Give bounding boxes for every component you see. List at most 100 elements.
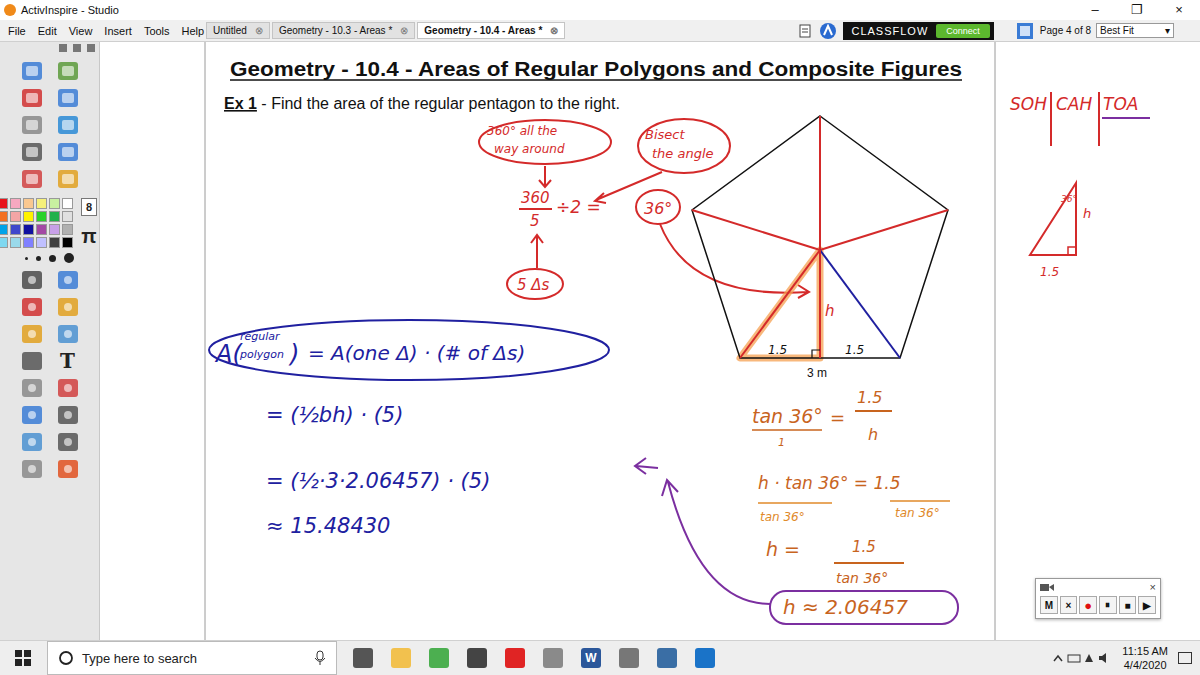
tab-close-button[interactable]: ⊗ [550,25,558,36]
recorder-button[interactable]: ⏸ [1099,596,1117,614]
activ-icon[interactable] [819,22,837,40]
document-tab[interactable]: Geometry - 10.4 - Areas *⊗ [417,22,565,39]
document-tab[interactable]: Untitled⊗ [206,22,270,39]
color-swatch[interactable] [10,198,21,209]
color-swatch[interactable] [49,237,60,248]
tool-icon[interactable] [19,403,45,427]
tool-icon[interactable] [19,140,45,164]
color-swatch[interactable] [62,237,73,248]
tool-icon[interactable] [19,457,45,481]
color-swatch[interactable] [23,211,34,222]
color-swatch[interactable] [10,237,21,248]
flipchart-canvas[interactable]: Geometry - 10.4 - Areas of Regular Polyg… [100,42,1200,640]
menu-item[interactable]: Edit [38,25,57,37]
color-swatch[interactable] [49,224,60,235]
color-swatch[interactable] [36,224,47,235]
tool-icon[interactable] [19,322,45,346]
recorder-button[interactable]: ▶ [1138,596,1156,614]
color-swatch[interactable] [23,237,34,248]
connect-button[interactable]: Connect [936,24,990,38]
recorder-close-button[interactable]: × [1150,581,1156,593]
menu-item[interactable]: Help [182,25,205,37]
tool-icon[interactable] [55,322,81,346]
color-swatch[interactable] [62,211,73,222]
tool-icon[interactable] [55,113,81,137]
color-swatch[interactable] [10,211,21,222]
window-control[interactable]: ❐ [1116,0,1158,20]
document-tab[interactable]: Geometry - 10.3 - Areas *⊗ [272,22,415,39]
document-icon[interactable] [797,23,813,39]
tool-icon[interactable] [55,86,81,110]
annotation: tan 36° [752,405,823,427]
tool-icon[interactable] [55,430,81,454]
tab-close-button[interactable]: ⊗ [400,25,408,36]
window-control[interactable]: – [1074,0,1116,20]
tool-icon[interactable] [55,457,81,481]
tool-icon[interactable] [55,59,81,83]
notification-icon[interactable] [1178,652,1192,664]
microphone-icon[interactable] [314,650,326,666]
window-control[interactable]: × [1158,0,1200,20]
taskbar-app[interactable] [505,648,525,668]
color-swatch[interactable] [49,198,60,209]
page-icon[interactable] [1016,22,1034,40]
tool-icon[interactable] [19,268,45,292]
tool-icon[interactable] [19,349,45,373]
recorder-button[interactable]: ■ [1119,596,1137,614]
taskbar-search[interactable]: Type here to search [47,641,337,675]
tool-icon[interactable] [19,167,45,191]
system-tray-icons[interactable] [1052,651,1112,665]
color-swatch[interactable] [23,198,34,209]
math-tool[interactable]: π [76,224,102,248]
recorder-button[interactable]: × [1060,596,1078,614]
color-swatch[interactable] [10,224,21,235]
tool-icon[interactable] [55,403,81,427]
color-swatch[interactable] [0,198,8,209]
tool-icon[interactable] [55,268,81,292]
taskbar-app[interactable] [391,648,411,668]
tool-icon[interactable] [19,113,45,137]
tool-icon[interactable] [55,140,81,164]
menu-item[interactable]: File [8,25,26,37]
tool-icon[interactable] [19,430,45,454]
tool-icon[interactable] [55,167,81,191]
color-swatch[interactable] [36,237,47,248]
tool-icon[interactable] [19,59,45,83]
taskbar-app[interactable]: W [581,648,601,668]
color-swatch[interactable] [36,198,47,209]
taskbar-app[interactable] [467,648,487,668]
color-swatch[interactable] [0,224,8,235]
color-swatch[interactable] [23,224,34,235]
recorder-button[interactable]: ● [1079,596,1097,614]
flipchart-page[interactable]: Geometry - 10.4 - Areas of Regular Polyg… [100,42,1200,640]
taskbar-app[interactable] [695,648,715,668]
page-counter-tool[interactable]: 8 [81,198,97,216]
tab-close-button[interactable]: ⊗ [255,25,263,36]
tool-icon[interactable] [19,86,45,110]
color-swatch[interactable] [62,198,73,209]
classflow-label: CLASSFLOW [851,25,928,37]
windows-start-icon[interactable] [14,649,32,667]
taskbar-app[interactable] [543,648,563,668]
tool-icon[interactable] [55,376,81,400]
recorder-button[interactable]: M [1040,596,1058,614]
taskbar-app[interactable] [657,648,677,668]
menu-item[interactable]: Tools [144,25,170,37]
color-swatch[interactable] [62,224,73,235]
pen-width-slider[interactable] [25,251,74,265]
color-swatch[interactable] [36,211,47,222]
taskbar-app[interactable] [353,648,373,668]
menu-item[interactable]: View [69,25,93,37]
tool-icon[interactable] [55,295,81,319]
zoom-dropdown[interactable]: Best Fit▾ [1096,23,1174,38]
clock[interactable]: 11:15 AM4/4/2020 [1122,644,1168,672]
color-swatch[interactable] [0,211,8,222]
tool-icon[interactable] [19,295,45,319]
taskbar-app[interactable] [429,648,449,668]
color-swatch[interactable] [49,211,60,222]
taskbar-app[interactable] [619,648,639,668]
tool-icon[interactable] [19,376,45,400]
text-tool[interactable]: T [55,349,81,373]
color-swatch[interactable] [0,237,8,248]
menu-item[interactable]: Insert [104,25,132,37]
